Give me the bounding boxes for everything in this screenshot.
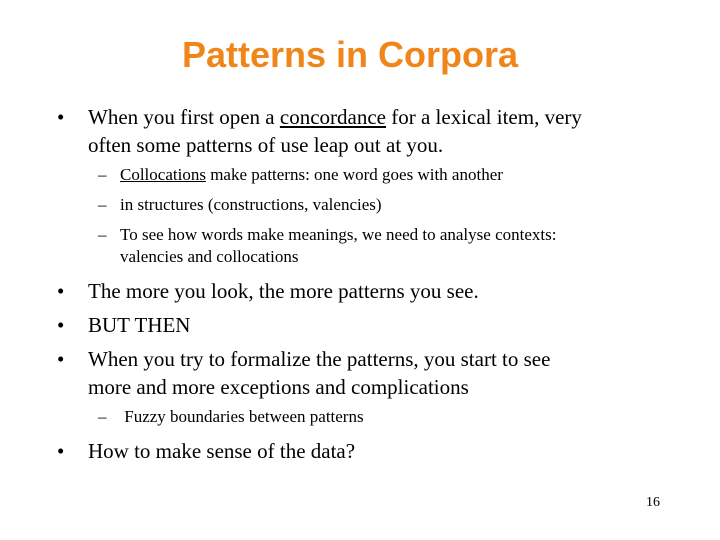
bullet-text: BUT THEN	[88, 313, 191, 337]
bullet-icon: •	[57, 439, 65, 463]
underlined-term: concordance	[279, 105, 386, 129]
dash-icon: –	[98, 407, 107, 426]
sub-bullet-text-continued: valencies and collocations	[120, 247, 299, 266]
bullet-text: When you first open a concordance for a …	[88, 105, 582, 129]
dash-icon: –	[98, 225, 107, 244]
bullet-text-continued: often some patterns of use leap out at y…	[88, 133, 444, 157]
bullet-text: The more you look, the more patterns you…	[88, 279, 479, 303]
bullet-icon: •	[57, 279, 65, 303]
dash-icon: –	[98, 195, 107, 214]
dash-icon: –	[98, 165, 107, 184]
bullet-icon: •	[57, 313, 65, 337]
slide-title: Patterns in Corpora	[181, 34, 519, 75]
bullet-icon: •	[57, 105, 65, 129]
bullet-text: How to make sense of the data?	[88, 439, 356, 463]
sub-bullet-text: Fuzzy boundaries between patterns	[120, 407, 364, 426]
bullet-icon: •	[57, 347, 65, 371]
page-number: 16	[646, 495, 660, 510]
underlined-term: Collocations	[120, 165, 206, 184]
sub-bullet-text: in structures (constructions, valencies)	[120, 195, 382, 214]
sub-bullet-text: To see how words make meanings, we need …	[120, 225, 557, 244]
bullet-text-continued: more and more exceptions and complicatio…	[88, 375, 469, 399]
bullet-text: When you try to formalize the patterns, …	[88, 347, 551, 371]
sub-bullet-text: Collocations make patterns: one word goe…	[120, 165, 503, 184]
